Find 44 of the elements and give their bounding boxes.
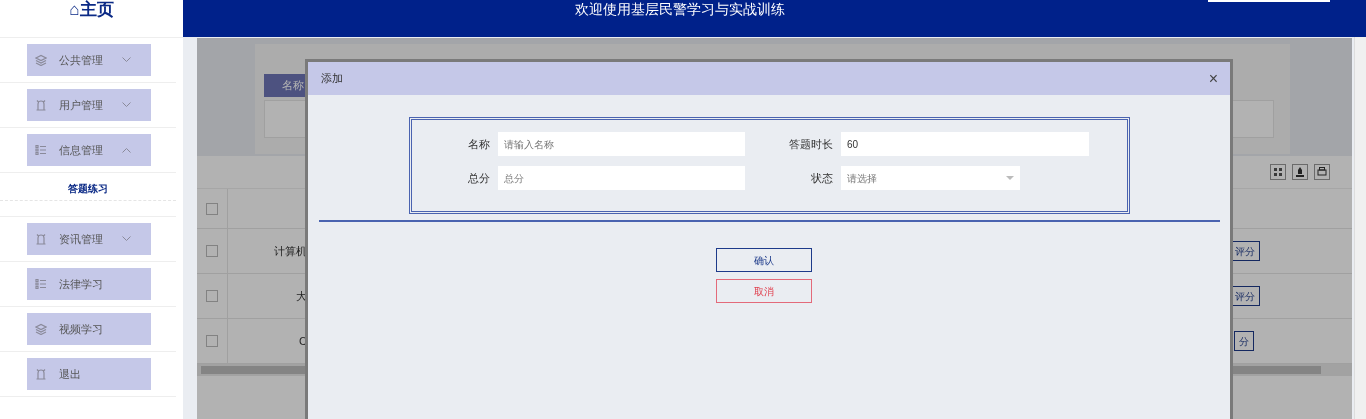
export-icon[interactable] — [1292, 164, 1308, 180]
vertical-scrollbar[interactable] — [1354, 37, 1366, 419]
bell-icon — [35, 368, 47, 380]
dropdown-caret-icon — [1006, 176, 1014, 180]
print-icon[interactable] — [1314, 164, 1330, 180]
layers-icon — [35, 54, 47, 66]
checkbox[interactable] — [206, 245, 218, 257]
field-label: 名称 — [467, 136, 490, 152]
select-field[interactable]: 请选择 — [841, 166, 1020, 190]
chevron-down-icon — [122, 57, 131, 63]
field-label: 状态 — [810, 170, 833, 186]
bell-icon — [35, 99, 47, 111]
checkbox[interactable] — [206, 290, 218, 302]
sidebar-item[interactable]: 信息管理 — [27, 134, 151, 166]
sidebar-item[interactable]: 法律学习 — [27, 268, 151, 300]
input-field[interactable]: 60 — [841, 132, 1089, 156]
score-button[interactable]: 分 — [1234, 331, 1254, 351]
chevron-up-icon — [122, 147, 131, 153]
bell-icon — [35, 233, 47, 245]
header-title: 欢迎使用基层民警学习与实战训练 — [574, 1, 785, 19]
input-field[interactable]: 总分 — [498, 166, 745, 190]
layers-icon — [35, 323, 47, 335]
checkbox[interactable] — [206, 335, 218, 347]
logo-text[interactable]: ⌂主页 — [69, 0, 114, 37]
sidebar-item[interactable]: 资讯管理 — [27, 223, 151, 255]
field-label: 总分 — [467, 170, 490, 186]
close-button[interactable]: × — [1208, 70, 1218, 87]
confirm-button[interactable]: 确认 — [716, 248, 812, 272]
sidebar-item[interactable]: 退出 — [27, 358, 151, 390]
cancel-button[interactable]: 取消 — [716, 279, 812, 303]
submenu-item[interactable]: 答题练习 — [0, 177, 176, 201]
sidebar-item[interactable]: 用户管理 — [27, 89, 151, 121]
checkbox[interactable] — [206, 202, 218, 215]
input-field[interactable]: 请输入名称 — [498, 132, 745, 156]
field-label: 答题时长 — [788, 136, 833, 152]
sidebar-item[interactable]: 公共管理 — [27, 44, 151, 76]
list-icon — [35, 144, 47, 156]
chevron-down-icon — [122, 236, 131, 242]
list-icon — [35, 278, 47, 290]
dialog-title: 添加 — [321, 71, 343, 87]
grid-icon[interactable] — [1270, 164, 1286, 180]
chevron-down-icon — [122, 102, 131, 108]
search-label: 名称 — [264, 74, 305, 97]
sidebar-item[interactable]: 视频学习 — [27, 313, 151, 345]
